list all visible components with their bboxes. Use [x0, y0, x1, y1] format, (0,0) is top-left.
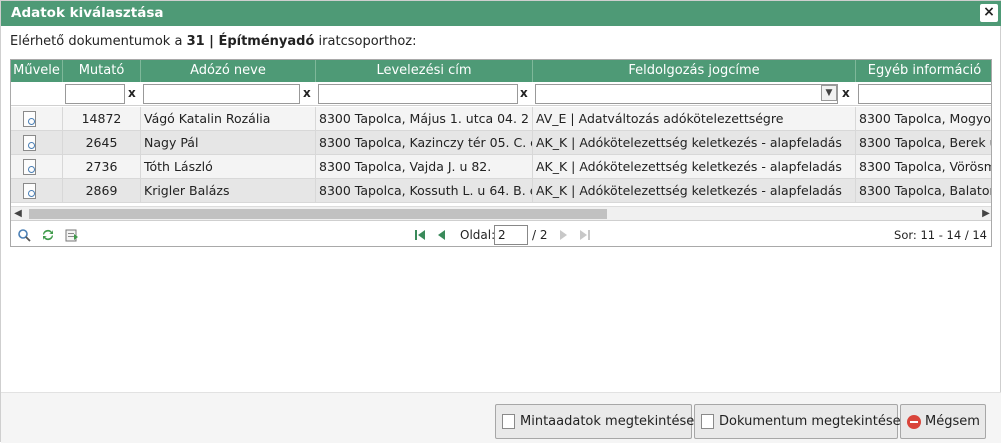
- col-header-mutato[interactable]: Mutató: [63, 60, 141, 82]
- search-icon[interactable]: [17, 228, 31, 242]
- view-document-icon[interactable]: [23, 111, 36, 127]
- cell-name: Vágó Katalin Rozália: [141, 107, 316, 131]
- view-document-label: Dokumentum megtekintése: [719, 414, 901, 429]
- cell-mutato: 2869: [63, 179, 141, 203]
- cancel-label: Mégsem: [925, 414, 980, 429]
- filter-processing-clear[interactable]: x: [842, 86, 850, 100]
- cell-other: 8300 Tapolca, Balaton u: [856, 179, 991, 203]
- view-document-icon[interactable]: [23, 159, 36, 175]
- cell-processing: AK_K | Adókötelezettség keletkezés - ala…: [533, 131, 856, 155]
- document-icon: [701, 414, 714, 429]
- cell-processing: AV_E | Adatváltozás adókötelezettségre: [533, 107, 856, 131]
- filter-processing-select[interactable]: [535, 84, 838, 104]
- record-info: Sor: 11 - 14 / 14: [894, 228, 987, 242]
- col-header-action[interactable]: Művele: [11, 60, 63, 82]
- col-header-processing[interactable]: Feldolgozás jogcíme: [533, 60, 856, 82]
- scrollbar-thumb[interactable]: [29, 209, 607, 219]
- cancel-icon: [907, 415, 921, 429]
- col-header-other[interactable]: Egyéb információ: [856, 60, 991, 82]
- data-selection-dialog: Adatok kiválasztása × Elérhető dokumentu…: [0, 0, 1001, 443]
- cell-other: 8300 Tapolca, Vörösmar: [856, 155, 991, 179]
- filter-address-input[interactable]: [318, 84, 518, 104]
- view-sample-label: Mintaadatok megtekintése: [520, 414, 695, 429]
- view-document-icon[interactable]: [23, 183, 36, 199]
- cell-mutato: 14872: [63, 107, 141, 131]
- close-button[interactable]: ×: [980, 4, 998, 22]
- group-code: 31 | Építményadó: [186, 34, 315, 49]
- cell-mutato: 2645: [63, 131, 141, 155]
- subtitle-prefix: Elérhető dokumentumok a: [10, 34, 187, 49]
- filter-name-input[interactable]: [143, 84, 300, 104]
- filter-address-clear[interactable]: x: [520, 86, 528, 100]
- col-header-address[interactable]: Levelezési cím: [316, 60, 533, 82]
- documents-grid: Művele Mutató Adózó neve Levelezési cím …: [10, 59, 992, 247]
- cell-mutato: 2736: [63, 155, 141, 179]
- view-document-icon[interactable]: [23, 135, 36, 151]
- chevron-down-icon[interactable]: ▼: [821, 85, 837, 101]
- cell-other: 8300 Tapolca, Berek u 0: [856, 131, 991, 155]
- cell-address: 8300 Tapolca, Május 1. utca 04. 2 ép.: [316, 107, 533, 131]
- cell-action: [11, 155, 63, 179]
- dialog-titlebar: Adatok kiválasztása ×: [1, 1, 1001, 26]
- page-input[interactable]: 2: [494, 225, 528, 245]
- document-icon: [502, 414, 515, 429]
- table-row[interactable]: 14872 Vágó Katalin Rozália 8300 Tapolca, M…: [11, 107, 991, 131]
- scroll-left-icon[interactable]: ◀: [11, 207, 25, 221]
- table-row[interactable]: 2645 Nagy Pál 8300 Tapolca, Kazinczy tér 0…: [11, 131, 991, 155]
- cell-processing: AK_K | Adókötelezettség keletkezés - ala…: [533, 155, 856, 179]
- cell-name: Tóth László: [141, 155, 316, 179]
- filter-name-clear[interactable]: x: [303, 86, 311, 100]
- view-sample-button[interactable]: Mintaadatok megtekintése: [495, 404, 695, 439]
- page-label: Oldal:: [460, 228, 496, 242]
- table-row[interactable]: 2869 Krigler Balázs 8300 Tapolca, Kossuth …: [11, 179, 991, 203]
- cell-name: Nagy Pál: [141, 131, 316, 155]
- cell-address: 8300 Tapolca, Kazinczy tér 05. C. ép.: [316, 131, 533, 155]
- export-icon[interactable]: [65, 228, 79, 242]
- col-header-name[interactable]: Adózó neve: [141, 60, 316, 82]
- subtitle-suffix: iratcsoporthoz:: [314, 34, 417, 49]
- horizontal-scrollbar[interactable]: ◀ ▶: [11, 206, 991, 221]
- cell-name: Krigler Balázs: [141, 179, 316, 203]
- filter-row: x x x ▼ x: [11, 82, 991, 106]
- refresh-icon[interactable]: [41, 228, 55, 242]
- table-row[interactable]: 2736 Tóth László 8300 Tapolca, Vajda J. u …: [11, 155, 991, 179]
- cell-action: [11, 131, 63, 155]
- prev-page-icon[interactable]: [435, 228, 449, 242]
- dialog-footer: Mintaadatok megtekintése Dokumentum megt…: [1, 392, 1001, 443]
- subtitle: Elérhető dokumentumok a 31 | Építményadó…: [10, 34, 417, 49]
- grid-header: Művele Mutató Adózó neve Levelezési cím …: [11, 60, 991, 82]
- page-total: / 2: [532, 228, 548, 242]
- cell-address: 8300 Tapolca, Kossuth L. u 64. B. ép.: [316, 179, 533, 203]
- cell-processing: AK_K | Adókötelezettség keletkezés - ala…: [533, 179, 856, 203]
- cell-address: 8300 Tapolca, Vajda J. u 82.: [316, 155, 533, 179]
- last-page-icon[interactable]: [578, 228, 592, 242]
- cell-action: [11, 107, 63, 131]
- pager: Oldal: 2 / 2 Sor: 11 - 14 / 14: [11, 220, 991, 246]
- next-page-icon[interactable]: [556, 228, 570, 242]
- dialog-title: Adatok kiválasztása: [11, 5, 164, 21]
- first-page-icon[interactable]: [413, 228, 427, 242]
- view-document-button[interactable]: Dokumentum megtekintése: [694, 404, 901, 439]
- scroll-right-icon[interactable]: ▶: [979, 207, 991, 221]
- filter-other-input[interactable]: [858, 84, 991, 104]
- cell-action: [11, 179, 63, 203]
- cancel-button[interactable]: Mégsem: [900, 404, 986, 439]
- filter-mutato-input[interactable]: [65, 84, 125, 104]
- filter-mutato-clear[interactable]: x: [128, 86, 136, 100]
- cell-other: 8300 Tapolca, Mogyoró: [856, 107, 991, 131]
